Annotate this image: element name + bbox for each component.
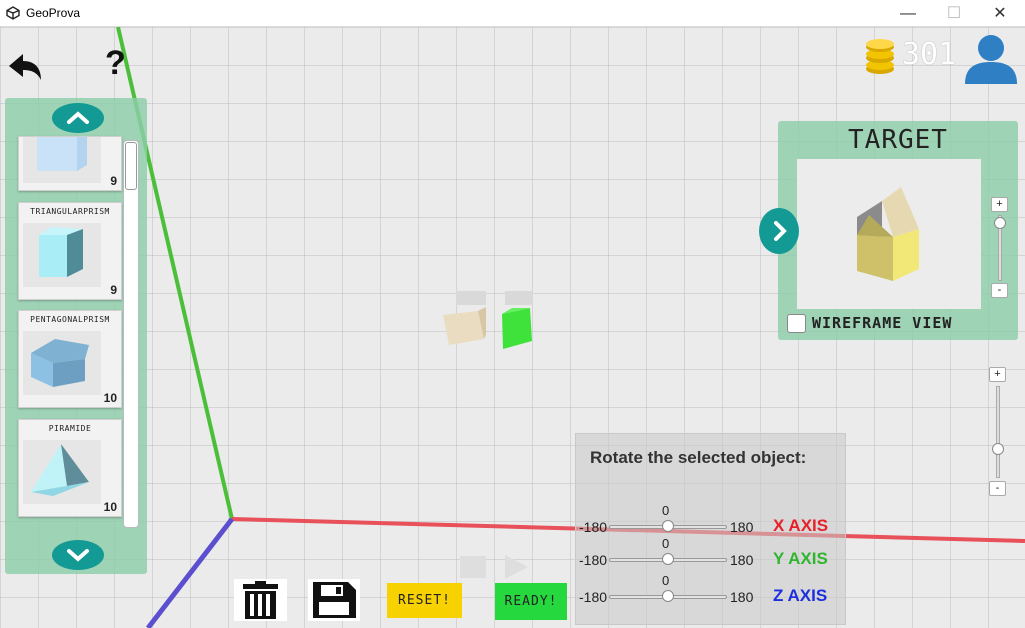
rotation-value: 0 [662, 503, 670, 518]
chevron-right-icon [774, 221, 787, 241]
rotation-knob-z[interactable] [662, 590, 674, 602]
target-preview [797, 159, 981, 309]
chevron-up-icon [67, 111, 89, 124]
shape-card-pentagonal-prism[interactable]: PENTAGONALPRISM 10 [18, 310, 122, 408]
shape-card-triangular-prism[interactable]: TRIANGULARPRISM 9 [18, 202, 122, 300]
triangular-prism-icon [39, 227, 83, 277]
rotation-max: 180 [730, 519, 754, 535]
ghost-block [505, 555, 528, 579]
shape-name: PENTAGONALPRISM [30, 315, 110, 324]
maximize-button[interactable]: ☐ [931, 0, 977, 27]
target-shape-preview [857, 187, 919, 281]
placed-cube-beige [443, 307, 486, 345]
rotation-row-y: -180 0 180 Y AXIS [576, 536, 847, 569]
rotation-value: 0 [662, 573, 670, 588]
ghost-block [460, 556, 486, 578]
close-button[interactable]: ✕ [977, 0, 1023, 27]
shape-thumbnail [23, 440, 101, 504]
coin-count: 301 [902, 37, 957, 72]
scroll-down-button[interactable] [52, 540, 104, 570]
rotation-knob-x[interactable] [662, 520, 674, 532]
unity-icon [6, 6, 20, 20]
z-axis-line [146, 517, 234, 628]
floppy-disk-icon [313, 582, 356, 618]
window-title: GeoProva [26, 6, 81, 20]
shape-name: TRIANGULARPRISM [30, 207, 110, 216]
ghost-block [456, 291, 486, 305]
rotation-min: -180 [579, 519, 608, 535]
shape-name: PIRAMIDE [48, 424, 92, 433]
shape-list-scrollbar[interactable] [123, 140, 139, 528]
rotation-max: 180 [730, 589, 754, 605]
camera-zoom-in-button[interactable]: + [989, 367, 1006, 382]
rotation-title: Rotate the selected object: [590, 448, 807, 467]
rotation-panel: Rotate the selected object: -180 0 180 X… [575, 433, 846, 625]
rotation-row-z: -180 0 180 Z AXIS [576, 573, 847, 606]
wireframe-checkbox[interactable] [787, 314, 806, 333]
pyramid-icon [31, 444, 89, 496]
target-zoom-in-button[interactable]: + [991, 197, 1008, 212]
user-icon[interactable] [962, 32, 1020, 84]
help-button[interactable]: ? [105, 44, 126, 83]
shape-thumbnail [23, 331, 101, 395]
shape-count: 10 [103, 391, 117, 405]
rotation-knob-y[interactable] [662, 553, 674, 565]
rotation-row-x: -180 0 180 X AXIS [576, 503, 847, 536]
trash-icon [243, 581, 278, 619]
delete-button[interactable] [234, 579, 287, 621]
target-next-button[interactable] [759, 208, 799, 254]
target-zoom-knob[interactable] [994, 217, 1006, 229]
shape-count: 10 [103, 500, 117, 514]
window-titlebar: GeoProva — ☐ ✕ [0, 0, 1025, 27]
target-zoom-out-button[interactable]: - [991, 283, 1008, 298]
cube-icon [37, 131, 87, 171]
camera-zoom-knob[interactable] [992, 443, 1004, 455]
shape-thumbnail [23, 131, 101, 183]
shape-thumbnail [23, 223, 101, 287]
save-button[interactable] [308, 579, 360, 621]
ghost-block [505, 291, 533, 305]
wireframe-label: WIREFRAME VIEW [812, 314, 953, 332]
rotation-min: -180 [579, 589, 608, 605]
target-title: TARGET [848, 125, 948, 155]
shape-count: 9 [110, 283, 117, 297]
rotation-min: -180 [579, 552, 608, 568]
placed-cube-green [502, 308, 532, 349]
x-axis-label: X AXIS [773, 516, 829, 535]
shape-count: 9 [110, 174, 117, 188]
scroll-up-button[interactable] [52, 103, 104, 133]
z-axis-label: Z AXIS [773, 586, 828, 605]
rotation-max: 180 [730, 552, 754, 568]
reset-button[interactable]: RESET! [387, 583, 462, 618]
target-panel: TARGET + - WIREFRAME VIEW [778, 121, 1018, 340]
coin-stack-icon [866, 39, 894, 74]
back-arrow-icon[interactable] [7, 52, 43, 84]
camera-zoom-out-button[interactable]: - [989, 481, 1006, 496]
shape-card-cube[interactable]: 9 [18, 131, 122, 191]
pentagonal-prism-icon [31, 339, 89, 387]
minimize-button[interactable]: — [885, 0, 931, 27]
chevron-down-icon [67, 549, 89, 562]
y-axis-label: Y AXIS [773, 549, 828, 568]
camera-zoom-slider[interactable] [996, 386, 1000, 478]
scrollbar-thumb[interactable] [125, 142, 137, 190]
rotation-value: 0 [662, 536, 670, 551]
ready-button[interactable]: READY! [495, 583, 567, 620]
shape-card-pyramid[interactable]: PIRAMIDE 10 [18, 419, 122, 517]
